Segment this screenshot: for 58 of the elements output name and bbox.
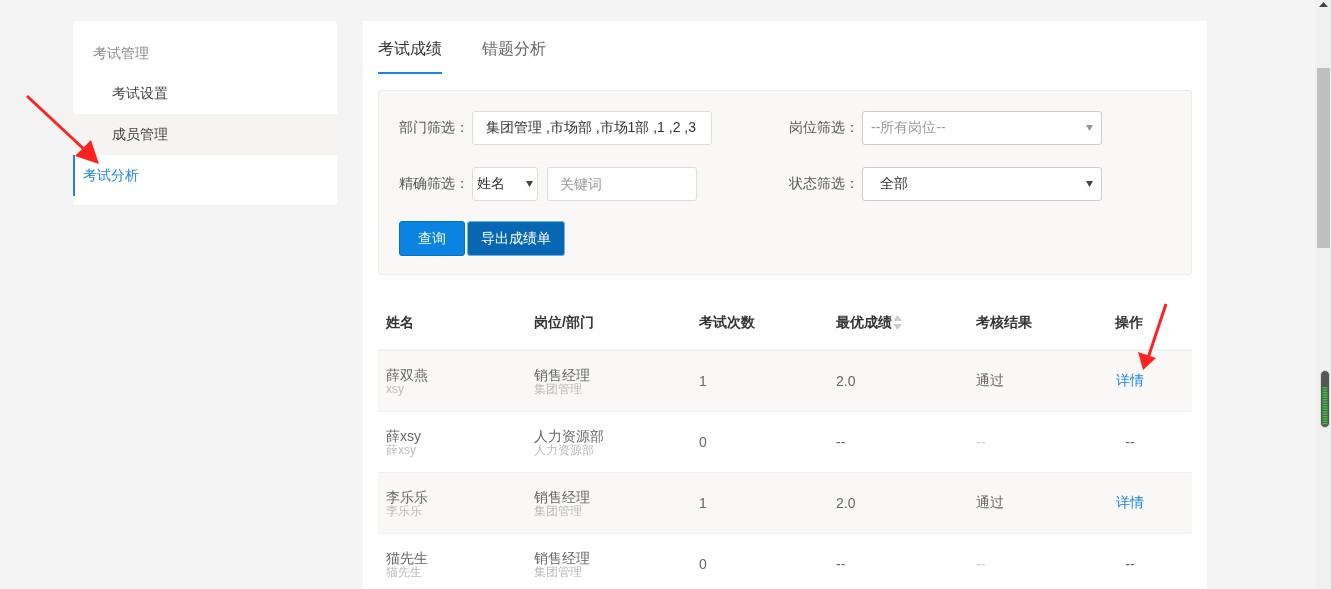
details-link[interactable]: 详情 <box>1116 494 1144 510</box>
sidebar-item[interactable]: 考试设置 <box>73 73 337 114</box>
table-cell: -- <box>976 556 986 572</box>
scrollbar-thumb[interactable] <box>1317 68 1330 248</box>
department-field[interactable]: 集团管理 ,市场部 ,市场1部 ,1 ,2 ,3 <box>472 111 712 145</box>
member-department: 集团管理 <box>534 565 583 578</box>
member-account: xsy <box>386 382 404 395</box>
member-name: 猫先生 <box>386 550 429 566</box>
scroll-up-icon[interactable] <box>1319 2 1328 7</box>
member-position: 销售经理 <box>534 550 591 566</box>
table-cell: 通过 <box>976 372 1004 388</box>
column-header: 操作 <box>1115 314 1143 332</box>
table-cell: -- <box>836 434 846 450</box>
table-cell: -- <box>1125 556 1135 572</box>
column-header: 姓名 <box>386 314 414 332</box>
select-field[interactable]: 全部 <box>862 167 1102 201</box>
member-account: 薛xsy <box>386 443 416 456</box>
column-header: 考试次数 <box>699 314 755 332</box>
caret-icon <box>1086 125 1093 131</box>
table-cell: -- <box>1125 434 1135 450</box>
keyword-field[interactable]: 关键词 <box>547 167 697 201</box>
details-link[interactable]: 详情 <box>1116 372 1144 388</box>
column-header: 岗位/部门 <box>534 314 594 332</box>
table-cell: 1 <box>699 495 707 511</box>
table-cell: 通过 <box>976 494 1004 510</box>
table-cell: 2.0 <box>836 495 856 511</box>
member-department: 人力资源部 <box>534 443 594 456</box>
tab[interactable]: 考试成绩 <box>378 36 442 74</box>
filter-label: 部门筛选： <box>399 119 470 137</box>
filter-label: 精确筛选： <box>399 175 470 193</box>
caret-icon <box>1086 181 1093 187</box>
filter-label: 状态筛选： <box>789 175 860 193</box>
sidebar-title: 考试管理 <box>92 44 150 63</box>
table-cell: 0 <box>699 434 707 450</box>
select-field[interactable]: 姓名 <box>472 167 538 201</box>
member-position: 销售经理 <box>534 489 591 505</box>
scrollbar[interactable] <box>1315 0 1331 589</box>
member-name: 薛xsy <box>386 428 422 444</box>
member-name: 薛双燕 <box>386 367 429 383</box>
member-position: 人力资源部 <box>534 428 605 444</box>
table-cell: -- <box>836 556 846 572</box>
tab[interactable]: 错题分析 <box>482 36 546 74</box>
query-button[interactable]: 查询 <box>399 221 465 256</box>
table-cell: -- <box>976 434 986 450</box>
table-cell: 2.0 <box>836 373 856 389</box>
column-header: 最优成绩 <box>836 314 892 332</box>
sidebar-item[interactable]: 成员管理 <box>73 114 337 155</box>
member-account: 猫先生 <box>386 565 423 578</box>
column-header: 考核结果 <box>976 314 1032 332</box>
export-button[interactable]: 导出成绩单 <box>467 221 565 256</box>
meter-widget-icon <box>1320 370 1330 428</box>
filter-label: 岗位筛选： <box>789 119 860 137</box>
table-cell: 0 <box>699 556 707 572</box>
member-name: 李乐乐 <box>386 489 429 505</box>
table-cell: 1 <box>699 373 707 389</box>
caret-icon <box>526 181 533 187</box>
member-account: 李乐乐 <box>386 504 422 517</box>
member-position: 销售经理 <box>534 367 591 383</box>
